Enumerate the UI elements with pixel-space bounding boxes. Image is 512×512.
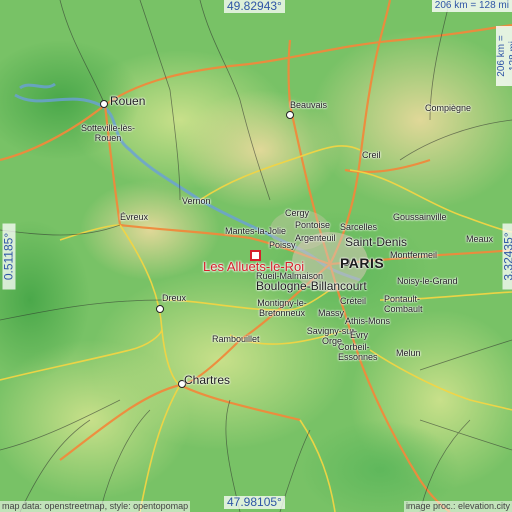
place-mantes: Mantes-la-Jolie xyxy=(225,226,287,236)
place-pontault: Pontault- Combault xyxy=(384,294,423,314)
place-argenteuil: Argenteuil xyxy=(295,233,336,243)
place-melun: Melun xyxy=(396,348,421,358)
latitude-top-label: 49.82943° xyxy=(224,0,285,13)
place-noisy: Noisy-le-Grand xyxy=(397,276,458,286)
scale-horizontal: 206 km = 128 mi xyxy=(431,0,512,12)
place-corbeil: Corbeil- Essonnes xyxy=(338,342,378,362)
place-poissy: Poissy xyxy=(269,240,296,250)
place-goussainville: Goussainville xyxy=(393,212,447,222)
latitude-bottom-label: 47.98105° xyxy=(224,496,285,509)
place-rouen: Rouen xyxy=(110,94,146,108)
place-compiegne: Compiègne xyxy=(425,103,472,113)
rouen-dot xyxy=(100,100,108,108)
place-creil: Creil xyxy=(362,150,381,160)
place-montigny: Montigny-le- Bretonneux xyxy=(257,298,307,318)
map-view[interactable]: Rouen Sotteville-lès- Rouen Beauvais Com… xyxy=(0,0,512,512)
place-chartres: Chartres xyxy=(184,373,231,387)
place-athis: Athis-Mons xyxy=(345,316,391,326)
place-creteil: Créteil xyxy=(340,296,367,306)
place-sarcelles: Sarcelles xyxy=(340,222,378,232)
beauvais-dot xyxy=(286,111,294,119)
place-meaux: Meaux xyxy=(466,234,494,244)
dreux-dot xyxy=(156,305,164,313)
longitude-right-label: 3.32435° xyxy=(502,223,512,290)
image-attribution: image proc.: elevation.city xyxy=(403,501,512,512)
place-dreux: Dreux xyxy=(162,293,187,303)
longitude-left-label: 0.51185° xyxy=(2,223,16,290)
map-attribution: map data: openstreetmap, style: opentopo… xyxy=(0,501,191,512)
place-beauvais: Beauvais xyxy=(290,100,328,110)
place-rambouillet: Rambouillet xyxy=(212,334,260,344)
place-cergy: Cergy xyxy=(285,208,310,218)
place-boulogne: Boulogne-Billancourt xyxy=(256,279,367,293)
place-sotteville: Sotteville-lès- Rouen xyxy=(80,123,136,143)
scale-vertical: 206 km = 128 mi xyxy=(496,26,512,86)
place-evreux: Évreux xyxy=(120,212,149,222)
place-vernon: Vernon xyxy=(182,196,211,206)
place-pontoise: Pontoise xyxy=(295,220,331,230)
place-saint-denis: Saint-Denis xyxy=(345,235,408,249)
place-massy: Massy xyxy=(318,308,345,318)
place-evry: Évry xyxy=(350,330,368,340)
place-montfermeil: Montfermeil xyxy=(390,250,438,260)
place-paris: PARIS xyxy=(340,255,385,271)
